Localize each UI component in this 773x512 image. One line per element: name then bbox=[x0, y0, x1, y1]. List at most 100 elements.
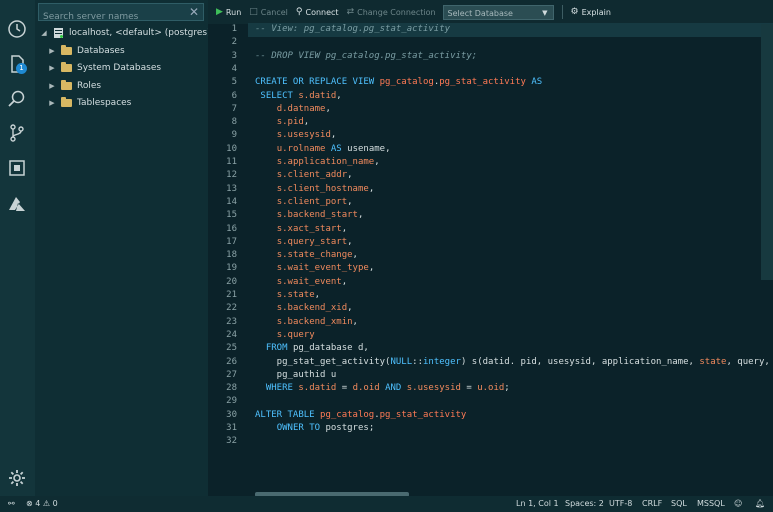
code-line[interactable]: 21 s.state, bbox=[208, 289, 773, 302]
settings-gear-icon[interactable] bbox=[6, 467, 28, 489]
folder-icon bbox=[61, 96, 72, 107]
line-number: 30 bbox=[226, 409, 237, 420]
code-line[interactable]: 25 FROM pg_database d, bbox=[208, 342, 773, 355]
code-line[interactable]: 7 d.datname, bbox=[208, 103, 773, 116]
tree-item-databases[interactable]: ▶ Databases bbox=[47, 42, 125, 59]
code-line[interactable]: 23 s.backend_xmin, bbox=[208, 316, 773, 329]
code-line[interactable]: 9 s.usesysid, bbox=[208, 129, 773, 142]
run-button[interactable]: ▶ Run bbox=[216, 7, 241, 17]
code-token: ALTER TABLE bbox=[255, 409, 321, 420]
code-line[interactable]: 30 ALTER TABLE pg_catalog.pg_stat_activit… bbox=[208, 409, 773, 422]
code-line[interactable]: 8 s.pid, bbox=[208, 116, 773, 129]
code-token: OWNER TO bbox=[276, 423, 321, 433]
code-token: -- View: pg_catalog.pg_stat_activity bbox=[255, 24, 451, 34]
code-line[interactable]: 31 OWNER TO postgres; bbox=[208, 422, 773, 435]
code-token: = bbox=[336, 383, 353, 394]
code-line[interactable]: 28 WHERE s.datid = d.oid AND s.usesysid … bbox=[208, 382, 773, 395]
code-token: , bbox=[368, 263, 375, 274]
code-token: , bbox=[336, 90, 342, 101]
code-line[interactable]: 16 s.xact_start, bbox=[208, 223, 773, 236]
code-token: s.usesysid bbox=[406, 383, 461, 394]
code-line[interactable]: 1 -- View: pg_catalog.pg_stat_activity bbox=[208, 23, 773, 37]
chevron-right-icon[interactable]: ▶ bbox=[47, 99, 57, 107]
code-line[interactable]: 15 s.backend_start, bbox=[208, 209, 773, 222]
explain-label: Explain bbox=[581, 7, 611, 17]
notifications-bell-icon[interactable]: 🔔︎ bbox=[755, 496, 765, 512]
run-label: Run bbox=[225, 7, 242, 17]
code-text: s.query_start, bbox=[255, 236, 353, 249]
code-line[interactable]: 24 s.query bbox=[208, 329, 773, 342]
code-token: , bbox=[352, 250, 358, 261]
source-control-icon[interactable] bbox=[6, 122, 28, 144]
code-token: state bbox=[699, 356, 727, 367]
status-bar: ⚯ ⊗ 4 ⚠ 0 Ln 1, Col 1 Spaces: 2 UTF-8 CR… bbox=[0, 496, 773, 512]
tree-item-system-databases[interactable]: ▶ System Databases bbox=[47, 59, 161, 76]
code-line[interactable]: 22 s.backend_xid, bbox=[208, 302, 773, 315]
line-number: 18 bbox=[226, 250, 237, 261]
code-token: s.state_change bbox=[276, 250, 353, 261]
code-line[interactable]: 13 s.client_hostname, bbox=[208, 183, 773, 196]
code-line[interactable]: 19 s.wait_event_type, bbox=[208, 262, 773, 275]
code-line[interactable]: 5 CREATE OR REPLACE VIEW pg_catalog.pg_st… bbox=[208, 76, 773, 89]
line-number: 2 bbox=[231, 37, 237, 48]
chevron-right-icon[interactable]: ▶ bbox=[47, 64, 57, 72]
code-line[interactable]: 4 bbox=[208, 63, 773, 76]
code-token: s.wait_event bbox=[276, 276, 342, 287]
code-token: = bbox=[460, 383, 478, 394]
server-search-box: ✕ bbox=[38, 3, 204, 25]
cancel-button[interactable]: □ Cancel bbox=[249, 7, 288, 17]
cursor-position[interactable]: Ln 1, Col 1 bbox=[516, 496, 559, 512]
end-of-line[interactable]: CRLF bbox=[642, 496, 662, 512]
code-token: , bbox=[341, 276, 348, 287]
code-line[interactable]: 32 bbox=[208, 435, 773, 448]
code-line[interactable]: 6 SELECT s.datid, bbox=[208, 90, 773, 103]
play-icon: ▶ bbox=[216, 7, 223, 17]
language-mode[interactable]: SQL bbox=[671, 496, 687, 512]
server-node[interactable]: ◢ localhost, <default> (postgres) bbox=[39, 24, 211, 41]
code-line[interactable]: 12 s.client_addr, bbox=[208, 169, 773, 182]
indentation-setting[interactable]: Spaces: 2 bbox=[565, 496, 604, 512]
tree-item-roles[interactable]: ▶ Roles bbox=[47, 77, 101, 94]
chevron-down-icon[interactable]: ◢ bbox=[39, 29, 49, 37]
code-area[interactable]: 1 -- View: pg_catalog.pg_stat_activity 2 3-… bbox=[208, 23, 773, 473]
line-number: 1 bbox=[231, 24, 237, 34]
code-token: s.query bbox=[276, 329, 315, 340]
code-text: s.backend_start, bbox=[255, 209, 364, 222]
code-line[interactable]: 11 s.application_name, bbox=[208, 156, 773, 169]
clear-search-icon[interactable]: ✕ bbox=[189, 4, 199, 20]
tree-item-tablespaces[interactable]: ▶ Tablespaces bbox=[47, 94, 131, 111]
extensions-icon[interactable] bbox=[6, 157, 28, 179]
connect-button[interactable]: ⚲ Connect bbox=[296, 7, 339, 17]
code-line[interactable]: 3 -- DROP VIEW pg_catalog.pg_stat_activit… bbox=[208, 50, 773, 63]
change-connection-button[interactable]: ⇄ Change Connection bbox=[347, 7, 436, 17]
chevron-right-icon[interactable]: ▶ bbox=[47, 82, 57, 90]
code-line[interactable]: 26 pg_stat_get_activity(NULL::integer) s… bbox=[208, 356, 773, 369]
history-icon[interactable] bbox=[6, 18, 28, 40]
chevron-right-icon[interactable]: ▶ bbox=[47, 47, 57, 55]
problems-indicator[interactable]: ⊗ 4 ⚠ 0 bbox=[26, 496, 58, 512]
code-token: s.state bbox=[276, 290, 315, 300]
vertical-scrollbar[interactable] bbox=[761, 24, 773, 280]
code-token: , bbox=[303, 117, 310, 128]
connection-provider[interactable]: MSSQL bbox=[697, 496, 725, 512]
encoding[interactable]: UTF-8 bbox=[609, 496, 632, 512]
plug-icon: ⚲ bbox=[295, 7, 303, 17]
code-line[interactable]: 27 pg_authid u bbox=[208, 369, 773, 382]
feedback-smiley-icon[interactable]: ☺ bbox=[734, 496, 742, 512]
code-line[interactable]: 18 s.state_change, bbox=[208, 249, 773, 262]
change-connection-label: Change Connection bbox=[357, 7, 436, 17]
code-line[interactable]: 17 s.query_start, bbox=[208, 236, 773, 249]
search-icon[interactable] bbox=[6, 88, 28, 110]
explain-button[interactable]: ⚙ Explain bbox=[571, 7, 611, 17]
server-search-input[interactable] bbox=[39, 9, 183, 25]
code-line[interactable]: 29 bbox=[208, 395, 773, 408]
code-line[interactable]: 10 u.rolname AS usename, bbox=[208, 143, 773, 156]
azure-icon[interactable] bbox=[6, 193, 28, 215]
code-line[interactable]: 14 s.client_port, bbox=[208, 196, 773, 209]
code-line[interactable]: 20 s.wait_event, bbox=[208, 276, 773, 289]
select-database-dropdown[interactable]: Select Database ▼ bbox=[442, 4, 554, 20]
remote-icon[interactable]: ⚯ bbox=[8, 496, 15, 512]
code-line[interactable]: 2 bbox=[208, 36, 773, 49]
